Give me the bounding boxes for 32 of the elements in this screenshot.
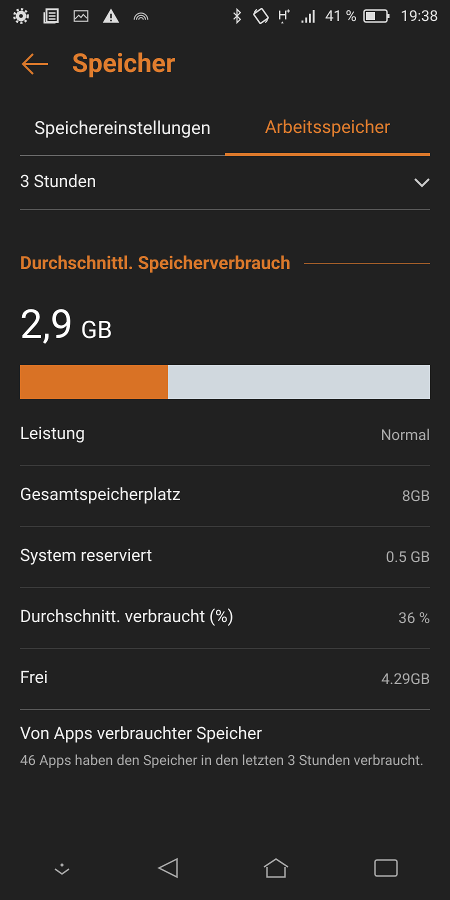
info-value: 8GB (402, 486, 430, 507)
info-label: Gesamtspeicherplatz (20, 484, 181, 508)
image-icon (72, 7, 90, 25)
memory-amount: 2,9 (20, 300, 73, 350)
gear-icon (12, 7, 30, 25)
newspaper-icon (42, 7, 60, 25)
back-nav-button[interactable] (156, 857, 179, 879)
info-label: Durchschnitt. verbraucht (%) (20, 606, 234, 630)
back-button[interactable] (20, 52, 50, 76)
time-range-dropdown[interactable]: 3 Stunden (20, 156, 430, 210)
battery-icon (362, 8, 391, 24)
clock: 19:38 (400, 6, 438, 27)
info-value: 0.5 GB (386, 546, 430, 568)
info-value: Normal (380, 424, 430, 446)
memory-unit: GB (80, 315, 112, 346)
battery-percent: 41 % (325, 6, 357, 27)
home-button[interactable] (263, 857, 290, 879)
info-value: 36 % (398, 608, 430, 629)
tab[interactable]: Speichereinstellungen (20, 96, 225, 156)
apps-memory-description: 46 Apps haben den Speicher in den letzten 3 Stunden verbraucht. (20, 752, 425, 770)
tab[interactable]: Arbeitsspeicher (225, 96, 430, 156)
chevron-down-icon (414, 178, 430, 188)
info-label: Leistung (20, 423, 85, 446)
info-value: 4.29GB (381, 668, 430, 690)
recent-apps-button[interactable] (374, 858, 398, 878)
rotation-icon (251, 6, 272, 26)
warning-icon (102, 7, 120, 25)
info-label: Frei (20, 667, 48, 690)
section-heading: Durchschnittl. Speicherverbrauch (20, 252, 290, 276)
info-label: System reserviert (20, 545, 152, 568)
apps-memory-title: Von Apps verbrauchter Speicher (20, 723, 264, 746)
page-title: Speicher (72, 48, 176, 80)
